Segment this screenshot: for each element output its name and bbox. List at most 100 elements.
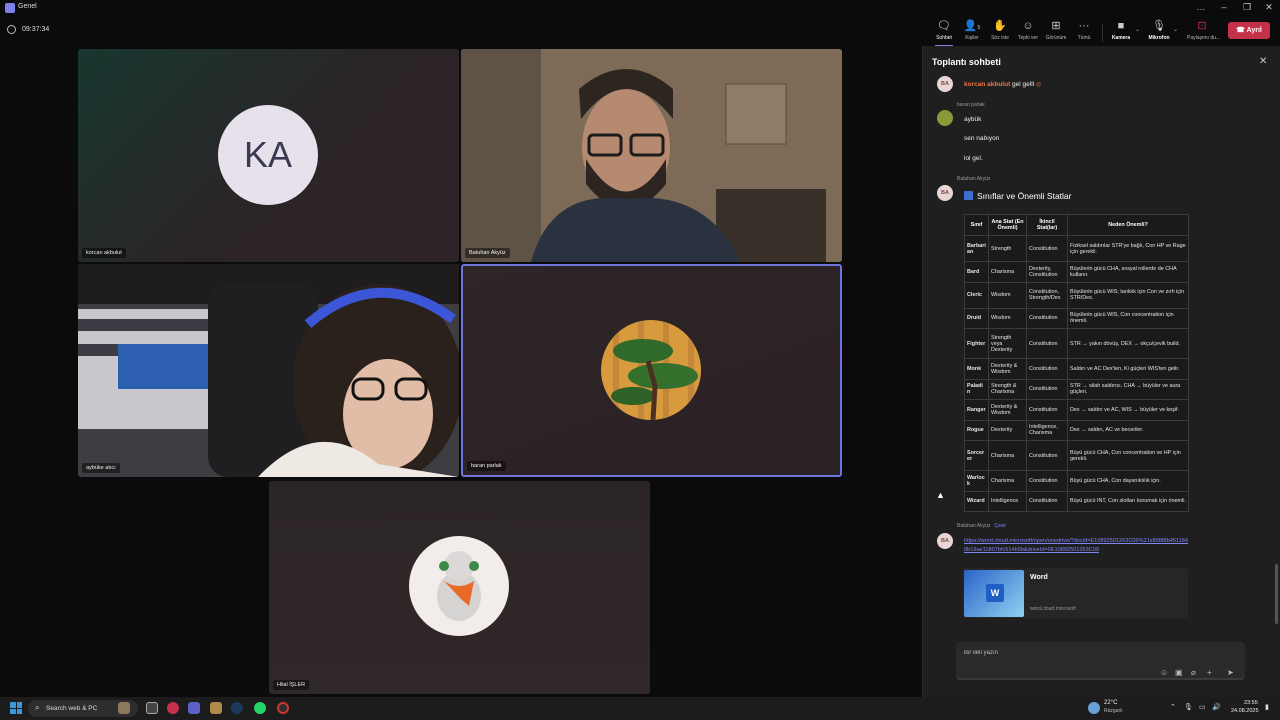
participant-name: korcan akbulut (82, 248, 126, 258)
main-stat-cell: Dexterity & Wisdom (988, 358, 1027, 380)
tray-chevron-icon[interactable]: ⌃ (1170, 703, 1176, 711)
chat-button[interactable]: 🗨 Sohbet (929, 19, 959, 47)
shield-icon (7, 25, 16, 34)
secondary-stat-cell: Constitution, Strength/Dex (1026, 281, 1068, 309)
people-button[interactable]: 👤5 Kişiler (957, 19, 987, 45)
participant-tile[interactable]: Hilal İŞLER (269, 481, 650, 694)
meeting-timer: 09:37:34 (22, 26, 50, 33)
raise-hand-button[interactable]: ✋ Söz iste (985, 19, 1015, 45)
secondary-stat-cell: Dexterity, Constitution (1026, 261, 1068, 283)
table-row: Rogue Dexterity Intelligence, Charisma Dex … (964, 419, 1189, 441)
leave-button[interactable]: ☎ Ayrıl (1228, 22, 1270, 39)
meeting-chat-panel: Toplantı sohbeti ✕ BA korcan akbulut gel… (922, 46, 1280, 697)
secondary-stat-cell: Constitution (1026, 440, 1068, 471)
more-options-button[interactable]: … (1190, 2, 1212, 12)
participant-name: Hilal İŞLER (273, 680, 310, 690)
main-stat-cell: Dexterity & Wisdom (988, 399, 1027, 421)
mention[interactable]: korcan akbulut (964, 81, 1010, 88)
card-domain: word.cloud.microsoft (1030, 606, 1076, 612)
table-header: Sınıf (964, 214, 989, 236)
message-text: gel gelll (1012, 81, 1035, 88)
view-button[interactable]: ⊞ Görünüm (1041, 19, 1071, 45)
reason-cell: Büyü gücü CHA, Con concentration ve HP i… (1067, 440, 1189, 471)
mic-button[interactable]: 🎙 Mikrofon (1144, 19, 1174, 45)
reaction-icon: ☺ (1022, 20, 1034, 32)
people-icon: 👤5 (963, 20, 981, 32)
cat-app-icon[interactable] (118, 702, 130, 714)
chat-message: sen nabıyon (964, 135, 1000, 142)
table-row: Bard Charisma Dexterity, Constitution Büyül… (964, 261, 1189, 283)
search-icon: ⌕ (35, 703, 40, 712)
link-preview-card[interactable]: W Word word.cloud.microsoft (963, 568, 1188, 618)
weather-temperature: 22°C (1104, 700, 1118, 706)
clock-time[interactable]: 23:55 (1244, 700, 1258, 706)
class-cell: Paladin (964, 378, 989, 400)
secondary-stat-cell: Constitution (1026, 235, 1068, 262)
shared-link[interactable]: https://word.cloud.microsoft/open/onedri… (964, 537, 1188, 554)
taskbar: ⌕ Search web & PC 22°C Rüzgarlı ⌃ 🎙 ▭ 🔊 … (0, 697, 1280, 720)
class-cell: Wizard (964, 490, 989, 512)
minimize-button[interactable]: – (1213, 2, 1235, 12)
translate-link[interactable]: Çevir (994, 523, 1006, 529)
notifications-icon[interactable]: ▮ (1265, 703, 1269, 711)
people-count-badge: 5 (977, 25, 981, 31)
mic-icon: 🎙 (1152, 20, 1166, 32)
camera-button[interactable]: ■ Kamera (1106, 19, 1136, 45)
mic-tray-icon[interactable]: 🎙 (1184, 703, 1193, 711)
compose-box: ☺ ▣ ⌀ + ➤ (956, 642, 1245, 680)
table-row: Druid Wisdom Constitution Büyülerin gücü WI… (964, 307, 1189, 329)
message-sender: Batuhan Akyüz (957, 176, 991, 182)
participant-tile[interactable]: aybüke atıcı (78, 264, 459, 477)
participant-tile-active-speaker[interactable]: baran parlak (461, 264, 842, 477)
table-row: Cleric Wisdom Constitution, Strength/Dex Bü… (964, 281, 1189, 309)
message-input[interactable] (964, 648, 1224, 658)
close-window-button[interactable]: ✕ (1258, 2, 1280, 13)
chat-icon: 🗨 (937, 20, 951, 32)
send-icon[interactable]: ➤ (1227, 668, 1234, 677)
volume-icon[interactable]: 🔊 (1212, 703, 1221, 711)
attach-icon[interactable]: ⌀ (1191, 668, 1196, 677)
task-view-icon[interactable] (146, 702, 158, 714)
main-stat-cell: Charisma (988, 440, 1027, 471)
mic-options-chevron-icon[interactable]: ⌄ (1173, 26, 1178, 33)
close-chat-icon[interactable]: ✕ (1259, 56, 1267, 67)
table-row: Barbarian Strength Constitution Fiziksel sa… (964, 235, 1189, 262)
secondary-stat-cell: Constitution (1026, 328, 1068, 359)
message-heading: Sınıflar ve Önemli Statlar (964, 191, 1071, 201)
table-row: Monk Dexterity & Wisdom Constitution Saldır… (964, 358, 1189, 380)
clock-date[interactable]: 24.08.2025 (1231, 708, 1259, 714)
participant-name: baran parlak (467, 461, 506, 471)
more-icon: ··· (1078, 20, 1090, 32)
table-row: Fighter Strength veya Dexterity Constituti… (964, 328, 1189, 359)
teams-logo-icon (5, 3, 15, 13)
table-header: İkincil Stat(lar) (1026, 214, 1068, 236)
gif-icon[interactable]: ▣ (1175, 668, 1183, 677)
chat-message: aybük (964, 116, 982, 123)
share-button[interactable]: ⊡ Paylaşımı du... (1187, 19, 1220, 45)
steam-icon[interactable] (231, 702, 243, 714)
display-tray-icon[interactable]: ▭ (1199, 703, 1206, 711)
reason-cell: Saldırı ve AC Dex'ten, Ki güçleri WIS'te… (1067, 358, 1189, 380)
more-button[interactable]: ··· Tümü (1069, 19, 1099, 45)
reaction-button[interactable]: ☺ Tepki ver (1013, 19, 1043, 45)
file-explorer-icon[interactable] (210, 702, 222, 714)
reason-cell: Fiziksel saldırılar STR'ye bağlı, Con HP… (1067, 235, 1189, 262)
class-cell: Fighter (964, 328, 989, 359)
emoji-icon[interactable]: ☺ (1160, 668, 1168, 677)
add-icon[interactable]: + (1207, 668, 1212, 677)
class-cell: Barbarian (964, 235, 989, 262)
weather-icon[interactable] (1088, 702, 1100, 714)
camera-options-chevron-icon[interactable]: ⌄ (1135, 26, 1140, 33)
participant-tile[interactable]: KA korcan akbulut (78, 49, 459, 262)
teams-icon[interactable] (188, 702, 200, 714)
windows-start-icon[interactable] (10, 702, 22, 714)
participant-tile[interactable]: Batuhan Akyüz (461, 49, 842, 262)
maximize-button[interactable]: ❐ (1236, 2, 1258, 13)
main-stat-cell: Strength (988, 235, 1027, 262)
opera-icon[interactable] (167, 702, 179, 714)
whatsapp-icon[interactable] (254, 702, 266, 714)
chrome-icon[interactable] (277, 702, 289, 714)
chat-scrollbar[interactable] (1275, 564, 1278, 624)
main-stat-cell: Strength & Charisma (988, 378, 1027, 400)
reason-cell: Büyülerin gücü WIS, Con concentration iç… (1067, 307, 1189, 329)
